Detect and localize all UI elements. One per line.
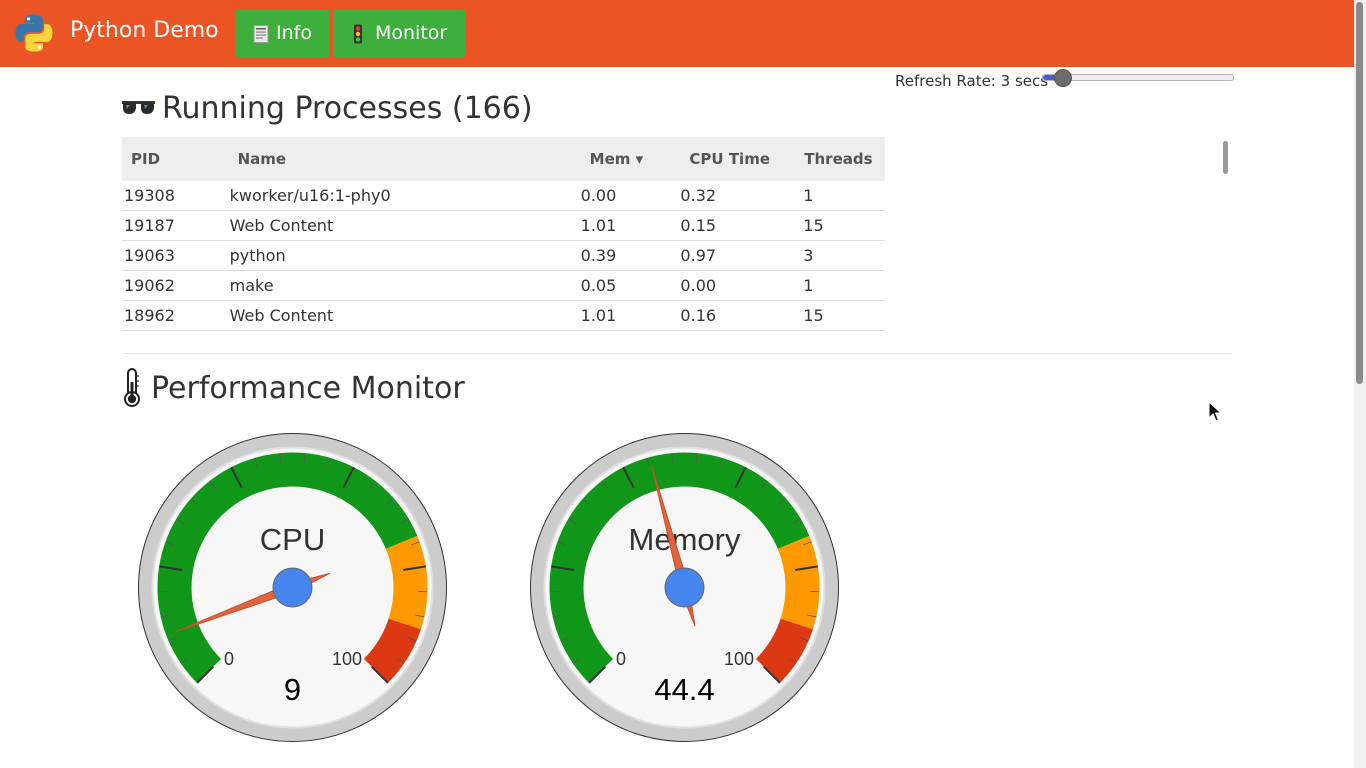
document-icon	[253, 25, 269, 43]
brand-title[interactable]: Python Demo	[70, 17, 219, 45]
cell-threads: 15	[799, 300, 885, 331]
gauge-label: Memory	[629, 522, 741, 557]
gauge-value: 9	[284, 672, 301, 707]
gauge-min-label: 0	[224, 649, 234, 669]
cell-mem: 0.05	[580, 270, 681, 301]
python-logo-icon	[15, 14, 53, 52]
cell-name: python	[226, 240, 581, 271]
nav-monitor-label: Monitor	[375, 22, 448, 44]
cell-name: make	[226, 270, 581, 301]
cell-name: kworker/u16:1-phy0	[226, 181, 581, 211]
table-row[interactable]: 19062 make 0.05 0.00 1	[122, 270, 885, 301]
cell-cpu-time: 0.15	[680, 210, 800, 241]
memory-gauge: Memory 0 100 44.4	[530, 433, 839, 742]
table-row[interactable]: 19063 python 0.39 0.97 3	[122, 240, 885, 271]
cell-cpu-time: 0.16	[680, 300, 800, 331]
cell-mem: 1.01	[580, 300, 681, 331]
table-row[interactable]: 18962 Web Content 1.01 0.16 15	[122, 300, 885, 331]
cell-pid: 19308	[122, 181, 227, 211]
refresh-rate-label: Refresh Rate: 3 secs	[895, 72, 1049, 90]
page-scrollbar-thumb[interactable]	[1356, 2, 1363, 384]
traffic-light-icon	[354, 24, 362, 44]
navbar: Python Demo Info Monitor	[0, 0, 1354, 67]
gauge-label: CPU	[260, 522, 325, 557]
cell-pid: 19187	[122, 210, 227, 241]
cell-threads: 1	[799, 181, 885, 211]
nav-monitor-button[interactable]: Monitor	[333, 9, 465, 57]
cpu-gauge: CPU 0 100 9	[138, 433, 447, 742]
column-header-mem[interactable]: Mem ▾	[580, 137, 681, 181]
section-divider	[122, 353, 1232, 354]
cell-name: Web Content	[226, 300, 581, 331]
cell-threads: 15	[799, 210, 885, 241]
nav-info-label: Info	[276, 22, 312, 44]
cell-mem: 0.39	[580, 240, 681, 271]
process-table: PID Name Mem ▾ CPU Time Threads 19308 kwo…	[122, 137, 885, 331]
performance-title: Performance Monitor	[151, 371, 465, 406]
gauge-max-label: 100	[724, 649, 754, 669]
table-row[interactable]: 19187 Web Content 1.01 0.15 15	[122, 210, 885, 241]
refresh-rate-slider-thumb[interactable]	[1054, 69, 1072, 87]
mouse-cursor-icon	[1208, 401, 1222, 422]
processes-title: Running Processes (166)	[162, 91, 533, 126]
sunglasses-icon	[122, 101, 155, 114]
column-header-name[interactable]: Name	[226, 137, 581, 181]
cell-cpu-time: 0.00	[680, 270, 800, 301]
nav-info-button[interactable]: Info	[235, 9, 330, 57]
cell-mem: 1.01	[580, 210, 681, 241]
cell-threads: 3	[799, 240, 885, 271]
column-header-pid[interactable]: PID	[122, 137, 227, 181]
cell-pid: 19062	[122, 270, 227, 301]
table-header-row: PID Name Mem ▾ CPU Time Threads	[122, 137, 885, 181]
gauge-hub	[664, 567, 705, 608]
page-scrollbar[interactable]	[1354, 0, 1366, 768]
cell-name: Web Content	[226, 210, 581, 241]
cell-threads: 1	[799, 270, 885, 301]
cell-pid: 18962	[122, 300, 227, 331]
gauge-value: 44.4	[654, 672, 714, 707]
cell-mem: 0.00	[580, 181, 681, 211]
cell-pid: 19063	[122, 240, 227, 271]
cell-cpu-time: 0.97	[680, 240, 800, 271]
cell-cpu-time: 0.32	[680, 181, 800, 211]
gauge-min-label: 0	[616, 649, 626, 669]
gauge-hub	[272, 567, 313, 608]
column-header-cpu-time[interactable]: CPU Time	[680, 137, 800, 181]
process-list-scrollbar[interactable]	[1223, 141, 1228, 174]
column-header-threads[interactable]: Threads	[799, 137, 885, 181]
table-row[interactable]: 19308 kworker/u16:1-phy0 0.00 0.32 1	[122, 181, 885, 211]
gauge-max-label: 100	[332, 649, 362, 669]
thermometer-icon	[124, 368, 140, 407]
